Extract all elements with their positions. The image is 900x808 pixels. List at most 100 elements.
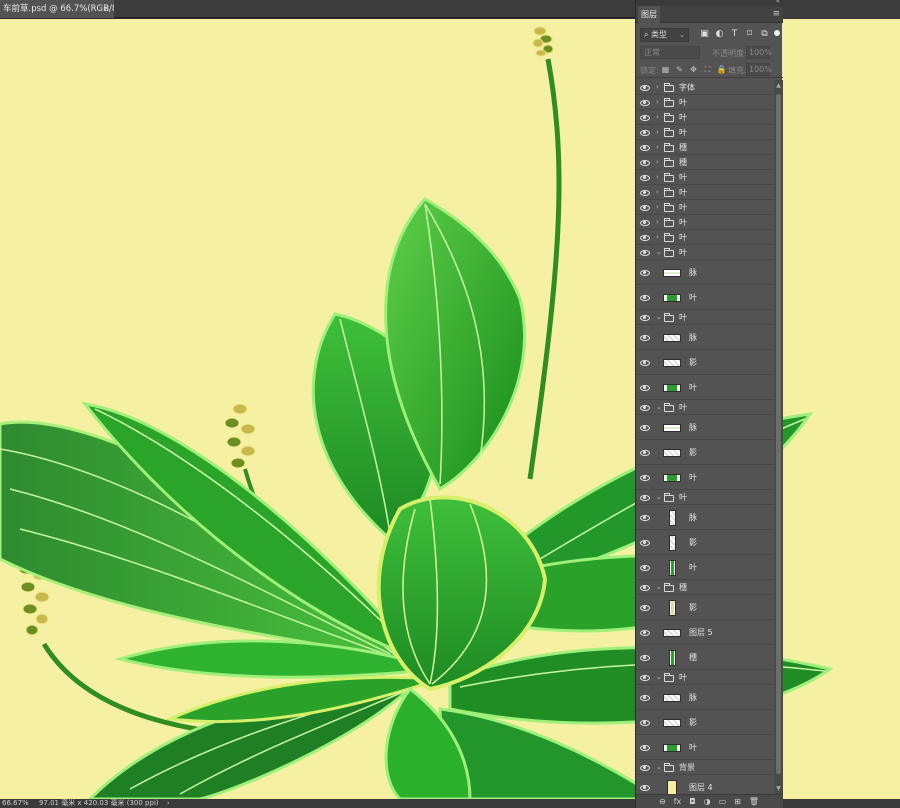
image-filter-icon[interactable]: ▣ [699,28,710,40]
expand-chevron-right-icon[interactable]: › [656,98,659,106]
visibility-eye-icon[interactable] [640,334,650,341]
visibility-eye-icon[interactable] [640,719,650,726]
layer-row[interactable]: 图层 5 [636,620,774,645]
expand-chevron-down-icon[interactable]: ⌄ [656,313,662,321]
layer-group-row[interactable]: › 叶 [636,185,774,200]
visibility-eye-icon[interactable] [640,694,650,701]
filter-kind-select[interactable]: ⌕ 类型 ⌄ [640,28,689,42]
delete-layer-icon[interactable]: 🗑 [749,796,759,808]
layer-group-row[interactable]: ⌄ 叶 [636,245,774,260]
document-tab[interactable]: 车前草.psd @ 66.7%(RGB/8) * × [0,0,114,18]
layer-group-row[interactable]: › 叶 [636,125,774,140]
layer-row[interactable]: 叶 [636,375,774,400]
add-mask-icon[interactable]: ◘ [689,796,695,808]
link-layers-icon[interactable]: ⊖ [659,796,666,808]
adjustment-filter-icon[interactable]: ◐ [714,28,725,40]
layer-group-row[interactable]: › 叶 [636,110,774,125]
visibility-eye-icon[interactable] [640,474,650,481]
layer-group-row[interactable]: › 叶 [636,200,774,215]
layer-row[interactable]: 叶 [636,555,774,580]
layer-group-row[interactable]: › 叶 [636,170,774,185]
visibility-eye-icon[interactable] [640,514,650,521]
layer-row[interactable]: 脉 [636,685,774,710]
layer-row[interactable]: 影 [636,710,774,735]
visibility-eye-icon[interactable] [640,359,650,366]
expand-chevron-down-icon[interactable]: ⌄ [656,583,662,591]
scroll-up-icon[interactable]: ▲ [774,82,783,89]
expand-chevron-right-icon[interactable]: › [656,218,659,226]
visibility-eye-icon[interactable] [640,629,650,636]
scrollbar-thumb[interactable] [776,94,781,774]
layer-group-row[interactable]: ⌄ 叶 [636,490,774,505]
visibility-eye-icon[interactable] [640,674,650,681]
layer-row[interactable]: 影 [636,350,774,375]
expand-chevron-right-icon[interactable]: › [656,128,659,136]
expand-chevron-down-icon[interactable]: ⌄ [656,763,662,771]
expand-chevron-right-icon[interactable]: › [656,188,659,196]
visibility-eye-icon[interactable] [640,159,650,166]
visibility-eye-icon[interactable] [640,294,650,301]
layer-group-row[interactable]: › 叶 [636,230,774,245]
expand-chevron-right-icon[interactable]: › [656,173,659,181]
layer-group-row[interactable]: ⌄ 背景 [636,760,774,775]
lock-artboard-icon[interactable]: ⛶ [702,64,713,76]
fill-input[interactable]: 100% [746,63,772,76]
visibility-eye-icon[interactable] [640,494,650,501]
expand-chevron-down-icon[interactable]: ⌄ [656,673,662,681]
lock-position-icon[interactable]: ✥ [688,64,699,76]
visibility-eye-icon[interactable] [640,234,650,241]
visibility-eye-icon[interactable] [640,144,650,151]
visibility-eye-icon[interactable] [640,584,650,591]
visibility-eye-icon[interactable] [640,314,650,321]
visibility-eye-icon[interactable] [640,174,650,181]
visibility-eye-icon[interactable] [640,99,650,106]
layer-row[interactable]: 脉 [636,505,774,530]
opacity-input[interactable]: 100% [746,46,772,59]
layer-list-scrollbar[interactable]: ▲ ▼ [774,80,783,794]
expand-chevron-right-icon[interactable]: › [656,203,659,211]
visibility-eye-icon[interactable] [640,539,650,546]
new-group-icon[interactable]: ▭ [719,796,727,808]
layer-row[interactable]: 叶 [636,465,774,490]
expand-chevron-right-icon[interactable]: › [656,158,659,166]
visibility-eye-icon[interactable] [640,189,650,196]
visibility-eye-icon[interactable] [640,764,650,771]
layer-row[interactable]: 脉 [636,260,774,285]
expand-chevron-right-icon[interactable]: › [656,83,659,91]
layer-row[interactable]: 脉 [636,325,774,350]
visibility-eye-icon[interactable] [640,744,650,751]
layer-row[interactable]: 影 [636,440,774,465]
panel-menu-icon[interactable]: ≡ [772,9,780,19]
visibility-eye-icon[interactable] [640,84,650,91]
visibility-eye-icon[interactable] [640,404,650,411]
layer-group-row[interactable]: › 叶 [636,95,774,110]
expand-chevron-down-icon[interactable]: ⌄ [656,403,662,411]
visibility-eye-icon[interactable] [640,219,650,226]
expand-chevron-right-icon[interactable]: › [656,233,659,241]
smart-object-filter-icon[interactable]: ⧉ [759,28,770,40]
visibility-eye-icon[interactable] [640,384,650,391]
zoom-readout[interactable]: 66.67% [2,799,29,807]
layer-row[interactable]: 叶 [636,735,774,760]
layer-group-row[interactable]: › 穗 [636,155,774,170]
type-filter-icon[interactable]: T [729,28,740,40]
layer-group-row[interactable]: › 字体 [636,80,774,95]
scroll-down-icon[interactable]: ▼ [774,785,783,792]
blend-mode-select[interactable]: 正常 [640,46,700,59]
visibility-eye-icon[interactable] [640,129,650,136]
layer-group-row[interactable]: › 叶 [636,215,774,230]
layer-group-row[interactable]: › 穗 [636,140,774,155]
status-menu-arrow-icon[interactable]: › [167,799,170,807]
visibility-eye-icon[interactable] [640,449,650,456]
layer-row[interactable]: 影 [636,530,774,555]
expand-chevron-down-icon[interactable]: ⌄ [656,493,662,501]
expand-chevron-down-icon[interactable]: ⌄ [656,248,662,256]
visibility-eye-icon[interactable] [640,269,650,276]
layer-row[interactable]: 叶 [636,285,774,310]
layer-group-row[interactable]: ⌄ 穗 [636,580,774,595]
visibility-eye-icon[interactable] [640,564,650,571]
lock-transparent-icon[interactable]: ▦ [660,64,671,76]
visibility-eye-icon[interactable] [640,604,650,611]
layer-row[interactable]: 脉 [636,415,774,440]
visibility-eye-icon[interactable] [640,204,650,211]
